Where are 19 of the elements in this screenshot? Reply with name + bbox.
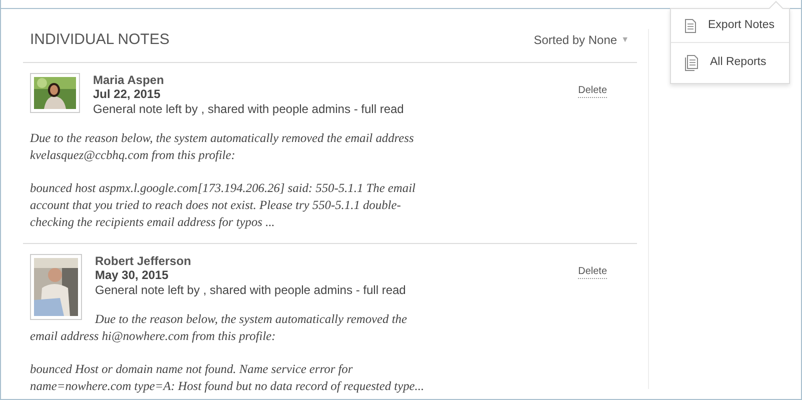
author-name: Robert Jefferson (95, 254, 192, 268)
menu-item[interactable]: Export Notes (671, 9, 789, 42)
note-paragraph: bounced Host or domain name not found. Name service error for name=nowhere.com type=A: Host found but no data record of requested type... (30, 360, 426, 394)
note-meta: General note left by , shared with people admins - full read (93, 100, 404, 118)
section-title: INDIVIDUAL NOTES (30, 30, 170, 50)
menu-item[interactable]: All Reports (671, 42, 789, 82)
delete-link[interactable]: Delete (578, 84, 607, 98)
caret-icon: ▼ (621, 34, 629, 46)
document-icon (685, 18, 696, 33)
documents-icon (685, 54, 698, 71)
sort-dropdown[interactable]: Sorted by None ▼ (534, 31, 629, 50)
note-date: Jul 22, 2015 (93, 86, 162, 100)
note-paragraph: bounced host aspmx.l.google.com[173.194.206.26] said: 550-5.1.1 The email account that you tried to reach does not exist. Please try 550-5.1.1 double-checking the recipients email address for typos ... (30, 180, 416, 230)
note-paragraph: Due to the reason below, the system automatically removed the email address kvelasquez@ccbhq.com from this profile: (30, 130, 415, 164)
note-paragraph: Due to the reason below, the system automatically removed the email address hi@nowhere.com from this profile: (30, 310, 408, 344)
delete-link[interactable]: Delete (578, 266, 607, 278)
note-meta: General note left by , shared with people admins - full read (95, 282, 406, 298)
author-name: Maria Aspen (93, 72, 165, 86)
note-date: May 30, 2015 (95, 268, 170, 282)
